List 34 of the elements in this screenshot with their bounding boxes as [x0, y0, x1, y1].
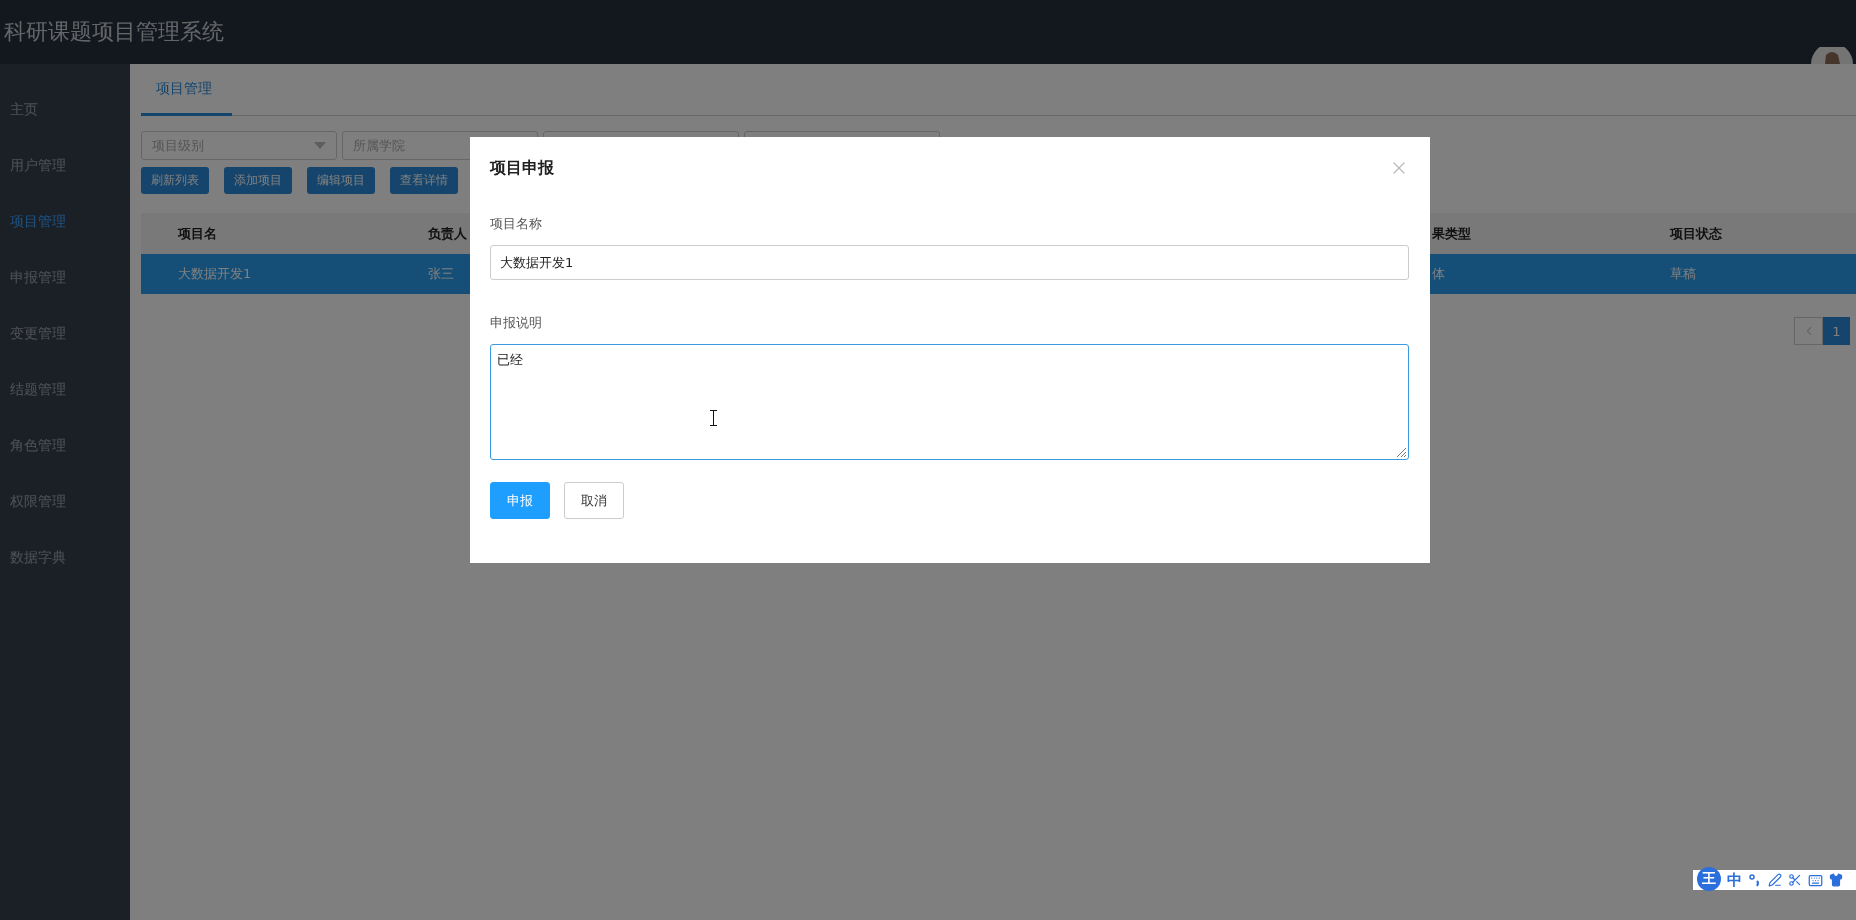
- tab[interactable]: 项目管理: [141, 65, 232, 116]
- avatar[interactable]: [1811, 47, 1853, 64]
- shirt-icon[interactable]: [1829, 873, 1843, 887]
- input-mode-toggle[interactable]: 中: [1727, 870, 1742, 890]
- field-label: 申报说明: [490, 314, 542, 332]
- table-cell: 体: [1432, 266, 1445, 281]
- column-header: 负责人: [428, 225, 467, 241]
- caret-icon: [314, 142, 326, 149]
- toolbar-button[interactable]: 查看详情: [390, 167, 458, 194]
- table-cell: 草稿: [1670, 266, 1696, 281]
- ime-logo[interactable]: 王: [1697, 867, 1721, 891]
- resize-handle-icon[interactable]: [1396, 447, 1406, 457]
- submit-button[interactable]: 申报: [490, 482, 550, 519]
- table-cell: 张三: [428, 266, 454, 281]
- toolbar-button[interactable]: 刷新列表: [141, 167, 209, 194]
- cancel-button[interactable]: 取消: [564, 482, 624, 519]
- sidebar-item[interactable]: 项目管理: [0, 194, 66, 250]
- text-cursor-icon: [710, 410, 717, 426]
- keyboard-icon[interactable]: [1808, 872, 1823, 888]
- toolbar-button[interactable]: 编辑项目: [307, 167, 375, 194]
- punctuation-icon[interactable]: [1748, 873, 1762, 887]
- column-header: 项目名: [178, 225, 217, 241]
- scissors-icon[interactable]: [1788, 873, 1802, 887]
- page-button[interactable]: 1: [1823, 317, 1850, 345]
- textarea-field[interactable]: 已经: [490, 344, 1409, 460]
- app-title: 科研课题项目管理系统: [4, 18, 224, 46]
- toolbar-button[interactable]: 添加项目: [224, 167, 292, 194]
- dialog-title: 项目申报: [490, 157, 554, 179]
- input-field[interactable]: 大数据开发1: [490, 245, 1409, 280]
- pen-icon[interactable]: [1768, 873, 1782, 887]
- column-header: 果类型: [1432, 225, 1471, 241]
- column-header: 项目状态: [1670, 225, 1722, 241]
- table-cell: 大数据开发1: [178, 266, 252, 281]
- field-label: 项目名称: [490, 215, 542, 233]
